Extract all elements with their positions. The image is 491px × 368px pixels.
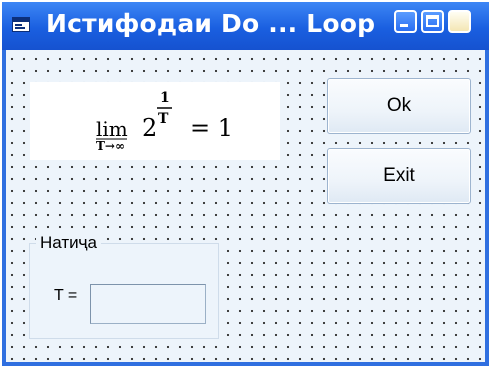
formula-result: = 1 [190,114,233,142]
formula-lim: lim [96,117,128,141]
ok-button[interactable]: Ok [327,78,471,134]
formula-exp-numerator: 1 [160,90,170,106]
app-window-icon [12,17,30,32]
exit-button[interactable]: Exit [327,148,471,204]
result-group-title: Натиҷа [36,232,101,254]
maximize-icon [426,15,439,27]
title-bar[interactable]: Истифодаи Do ... Loop [2,2,489,50]
minimize-icon [400,24,408,27]
formula-exp-denominator: T [158,111,169,127]
formula-display: lim T→∞ 2 1 T = 1 [30,82,280,160]
close-button[interactable] [448,10,471,33]
formula-subscript: T→∞ [96,139,125,153]
maximize-button[interactable] [421,10,444,33]
t-result-field[interactable] [90,284,206,324]
minimize-button[interactable] [394,10,417,33]
formula-base: 2 [142,114,157,142]
close-icon [450,12,469,31]
app-window: Истифодаи Do ... Loop lim T→∞ 2 1 T = 1 … [2,2,489,366]
t-label: T = [54,287,78,304]
form-client-area: lim T→∞ 2 1 T = 1 Ok Exit Натиҷа T = [6,50,485,362]
window-title: Истифодаи Do ... Loop [46,9,376,38]
